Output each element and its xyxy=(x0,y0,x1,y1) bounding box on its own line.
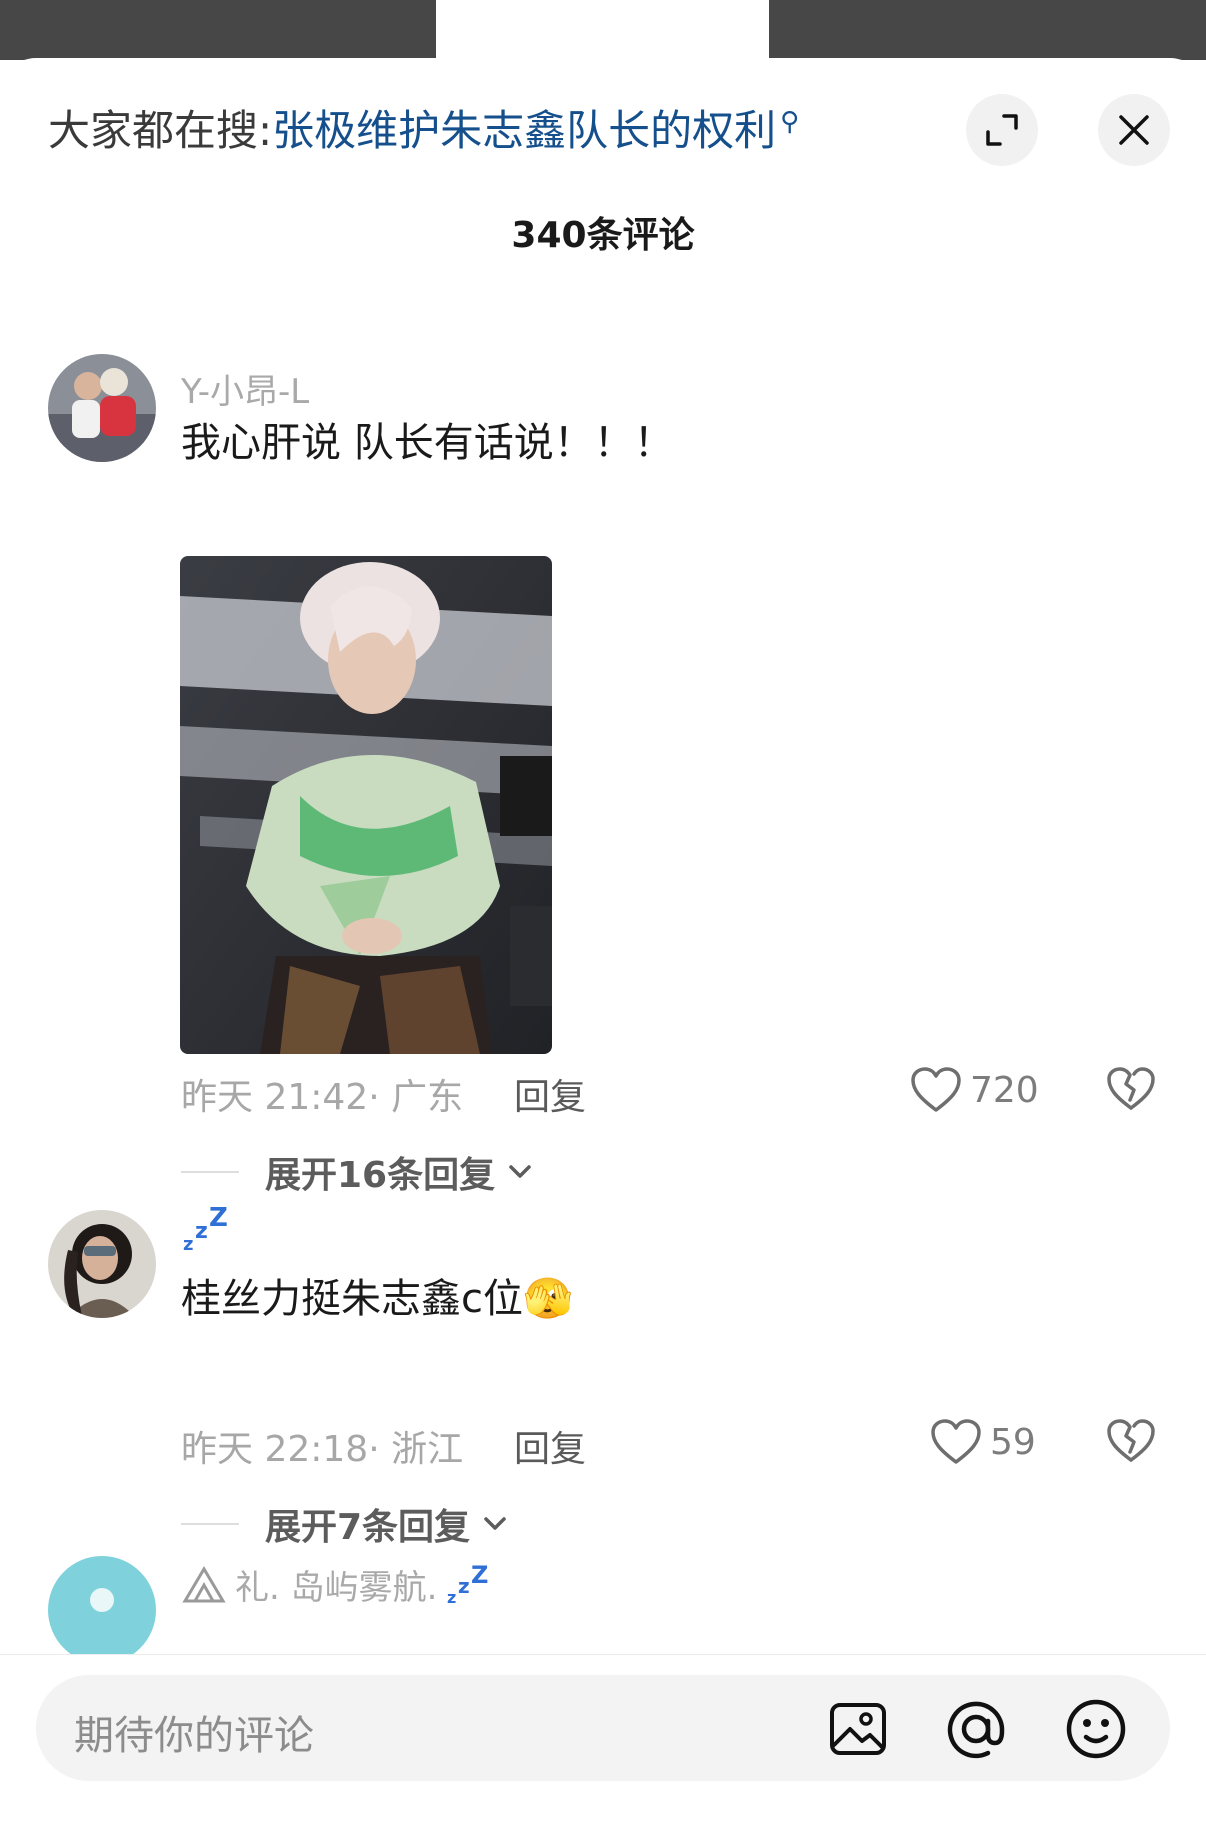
divider xyxy=(181,1523,239,1525)
mention-button[interactable] xyxy=(944,1697,1008,1761)
heart-icon xyxy=(911,1067,961,1112)
close-icon xyxy=(1119,115,1149,145)
heart-icon xyxy=(931,1419,981,1464)
zzz-icon: z z Z xyxy=(183,1203,228,1255)
zzz-icon: z z Z xyxy=(447,1565,488,1605)
username-text: 礼. 岛屿雾航. xyxy=(235,1568,438,1608)
comment-meta: 昨天 22:18· 浙江 xyxy=(181,1429,464,1470)
search-term[interactable]: 张极维护朱志鑫队长的权利 xyxy=(272,106,776,155)
search-icon: ⚲ xyxy=(780,107,800,137)
smiley-icon xyxy=(1066,1699,1126,1759)
avatar[interactable] xyxy=(48,1556,156,1664)
badge-icon xyxy=(182,1565,226,1602)
like-button[interactable]: 59 xyxy=(930,1418,1036,1466)
dislike-button[interactable] xyxy=(1106,1418,1156,1468)
comment-composer: 期待你的评论 xyxy=(0,1654,1206,1842)
username[interactable]: 礼. 岛屿雾航. z z Z xyxy=(181,1560,493,1609)
svg-text:Z: Z xyxy=(209,1204,228,1233)
avatar[interactable] xyxy=(48,1210,156,1318)
like-count: 720 xyxy=(970,1069,1039,1111)
svg-text:z: z xyxy=(183,1234,193,1254)
like-count: 59 xyxy=(990,1421,1036,1463)
comment-text: 桂丝力挺朱志鑫c位🫣 xyxy=(181,1276,573,1322)
broken-heart-icon xyxy=(1107,1419,1155,1462)
comment-count: 340条评论 xyxy=(511,215,695,256)
expand-replies-label: 展开7条回复 xyxy=(265,1507,471,1548)
hot-search-link[interactable]: 大家都在搜:张极维护朱志鑫队长的权利 ⚲ xyxy=(48,106,799,156)
chevron-down-icon xyxy=(509,1165,531,1178)
divider xyxy=(181,1171,239,1173)
dislike-button[interactable] xyxy=(1106,1066,1156,1116)
reply-button[interactable]: 回复 xyxy=(514,1420,586,1472)
comment-input[interactable]: 期待你的评论 xyxy=(36,1675,1170,1781)
at-icon xyxy=(947,1701,1005,1759)
svg-text:Z: Z xyxy=(471,1565,488,1589)
svg-text:z: z xyxy=(458,1574,470,1598)
expand-replies[interactable]: 展开7条回复 xyxy=(181,1498,510,1550)
search-prefix: 大家都在搜: xyxy=(48,106,273,155)
comment-input-placeholder: 期待你的评论 xyxy=(74,1713,314,1759)
like-button[interactable]: 720 xyxy=(910,1066,1039,1114)
comment-image[interactable] xyxy=(180,556,552,1054)
image-icon xyxy=(830,1703,886,1755)
svg-text:z: z xyxy=(195,1219,208,1244)
status-strip-left xyxy=(0,0,436,60)
close-button[interactable] xyxy=(1098,94,1170,166)
expand-button[interactable] xyxy=(966,94,1038,166)
avatar[interactable] xyxy=(48,354,156,462)
comment-text: 我心肝说 队长有话说！！！ xyxy=(181,420,674,466)
comment-meta: 昨天 21:42· 广东 xyxy=(181,1077,464,1118)
username[interactable]: Y-小昂-L xyxy=(181,364,309,413)
reply-button[interactable]: 回复 xyxy=(514,1068,586,1120)
expand-icon xyxy=(986,114,1018,146)
expand-replies[interactable]: 展开16条回复 xyxy=(181,1146,535,1198)
broken-heart-icon xyxy=(1107,1067,1155,1110)
svg-text:z: z xyxy=(447,1588,456,1605)
username[interactable]: z z Z xyxy=(181,1203,233,1263)
status-strip-right xyxy=(769,0,1206,60)
comments-sheet: 大家都在搜:张极维护朱志鑫队长的权利 ⚲ 340条评论 Y-小昂-L 我心肝说 队… xyxy=(0,58,1206,1842)
image-button[interactable] xyxy=(826,1697,890,1761)
chevron-down-icon xyxy=(484,1517,506,1530)
expand-replies-label: 展开16条回复 xyxy=(265,1155,496,1196)
emoji-button[interactable] xyxy=(1064,1697,1128,1761)
